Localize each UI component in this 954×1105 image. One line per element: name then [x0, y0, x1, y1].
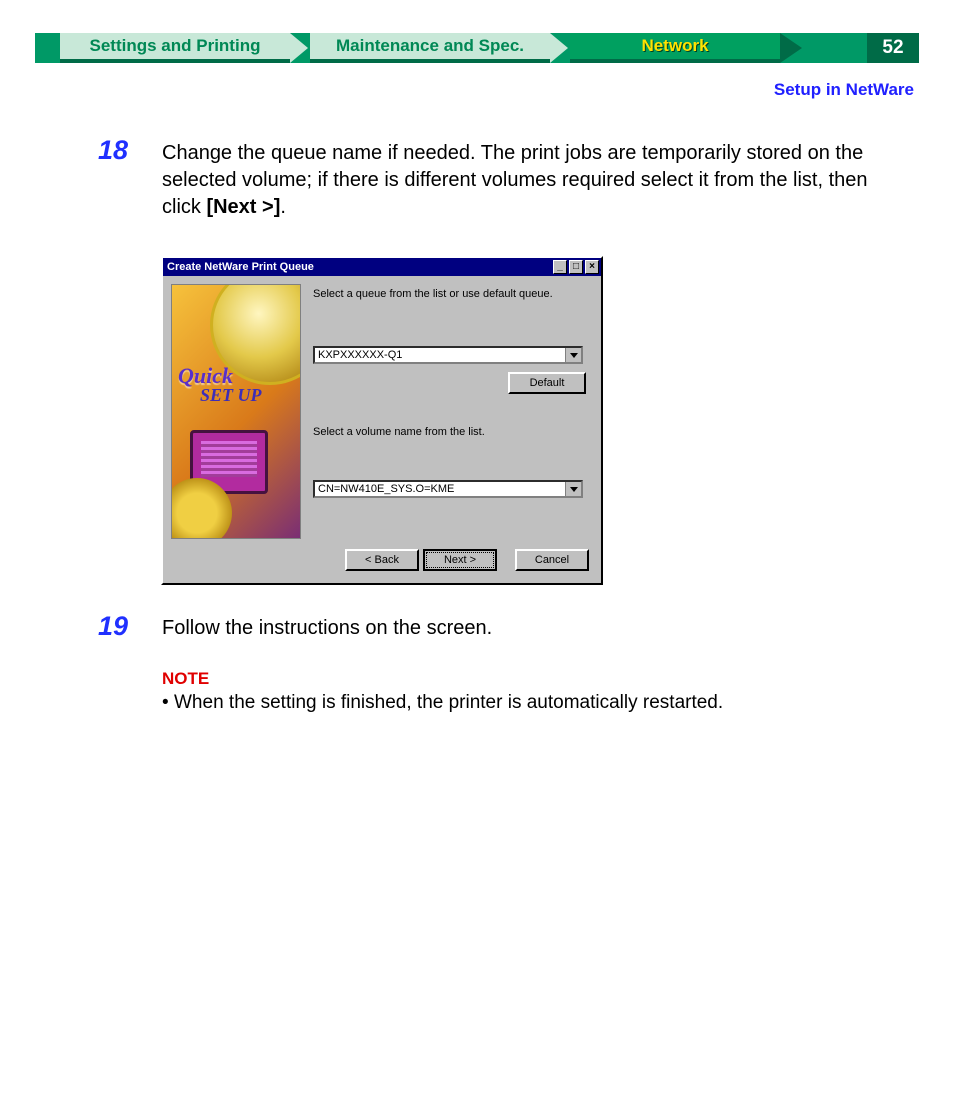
tab-chevron: [550, 33, 568, 63]
bullet-icon: •: [162, 692, 174, 714]
next-button[interactable]: Next >: [423, 549, 497, 571]
tab-settings-printing[interactable]: Settings and Printing: [60, 33, 290, 63]
chevron-down-icon[interactable]: [565, 348, 581, 362]
back-button[interactable]: < Back: [345, 549, 419, 571]
volume-value: CN=NW410E_SYS.O=KME: [318, 483, 454, 495]
note-body-text: When the setting is finished, the printe…: [174, 692, 723, 713]
tab-network[interactable]: Network: [570, 33, 780, 63]
note-text: •When the setting is finished, the print…: [162, 692, 894, 714]
section-breadcrumb[interactable]: Setup in NetWare: [774, 80, 914, 100]
step-18-text-post: .: [280, 196, 286, 218]
wizard-sidebar-image: Quick SET UP: [171, 284, 301, 539]
maximize-button[interactable]: □: [569, 260, 583, 274]
step-number-18: 18: [98, 135, 128, 166]
default-button[interactable]: Default: [508, 372, 586, 394]
cancel-button[interactable]: Cancel: [515, 549, 589, 571]
chevron-down-icon[interactable]: [565, 482, 581, 496]
next-reference: [Next >]: [206, 196, 280, 218]
step-18-text: Change the queue name if needed. The pri…: [162, 140, 899, 221]
queue-combobox[interactable]: KXPXXXXXX-Q1: [313, 346, 583, 364]
header-bar: Settings and Printing Maintenance and Sp…: [35, 33, 919, 63]
tab-chevron: [290, 33, 308, 63]
volume-combobox[interactable]: CN=NW410E_SYS.O=KME: [313, 480, 583, 498]
dialog-title: Create NetWare Print Queue: [167, 261, 314, 273]
minimize-button[interactable]: _: [553, 260, 567, 274]
note-label: NOTE: [162, 669, 209, 689]
close-button[interactable]: ×: [585, 260, 599, 274]
volume-label: Select a volume name from the list.: [313, 426, 485, 438]
step-19-text: Follow the instructions on the screen.: [162, 615, 899, 642]
step-number-19: 19: [98, 611, 128, 642]
dialog-titlebar: Create NetWare Print Queue _ □ ×: [163, 258, 601, 276]
tab-maintenance-spec[interactable]: Maintenance and Spec.: [310, 33, 550, 63]
queue-value: KXPXXXXXX-Q1: [318, 349, 402, 361]
manual-page: Settings and Printing Maintenance and Sp…: [0, 0, 954, 1105]
sidebar-text-setup: SET UP: [200, 385, 262, 406]
create-netware-print-queue-dialog: Create NetWare Print Queue _ □ × Quick S…: [161, 256, 603, 585]
page-number: 52: [867, 33, 919, 63]
queue-label: Select a queue from the list or use defa…: [313, 288, 553, 300]
tab-chevron: [780, 33, 802, 63]
